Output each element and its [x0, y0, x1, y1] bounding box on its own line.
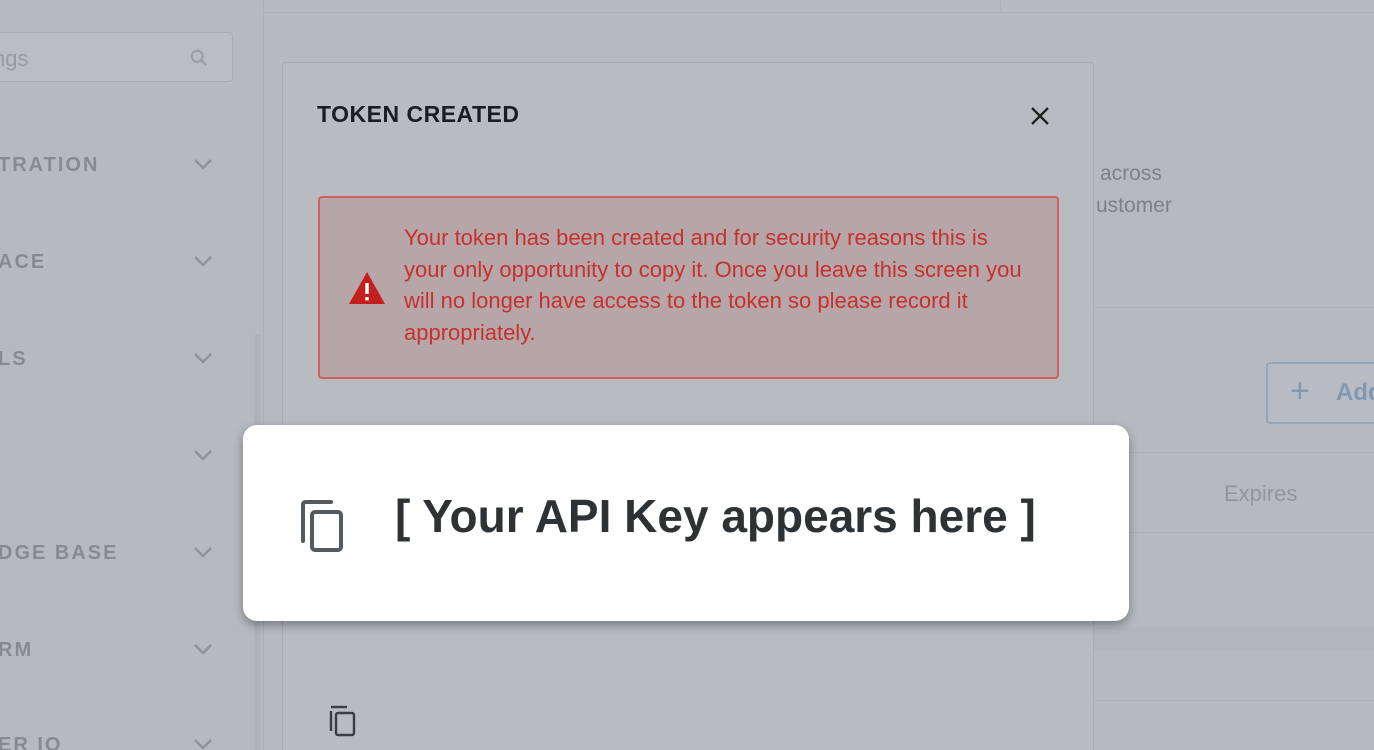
- warning-icon: [349, 272, 385, 304]
- dialog-title: TOKEN CREATED: [317, 101, 520, 127]
- api-key-card: [ Your API Key appears here ]: [243, 425, 1129, 621]
- close-icon[interactable]: [1025, 101, 1055, 131]
- security-warning-alert: Your token has been created and for secu…: [318, 196, 1059, 379]
- copy-icon[interactable]: [297, 499, 347, 555]
- api-key-value[interactable]: [ Your API Key appears here ]: [395, 489, 1036, 543]
- token-created-dialog: TOKEN CREATED Your token has been create…: [282, 62, 1094, 750]
- warning-message: Your token has been created and for secu…: [404, 225, 1022, 346]
- copy-icon[interactable]: [327, 705, 359, 739]
